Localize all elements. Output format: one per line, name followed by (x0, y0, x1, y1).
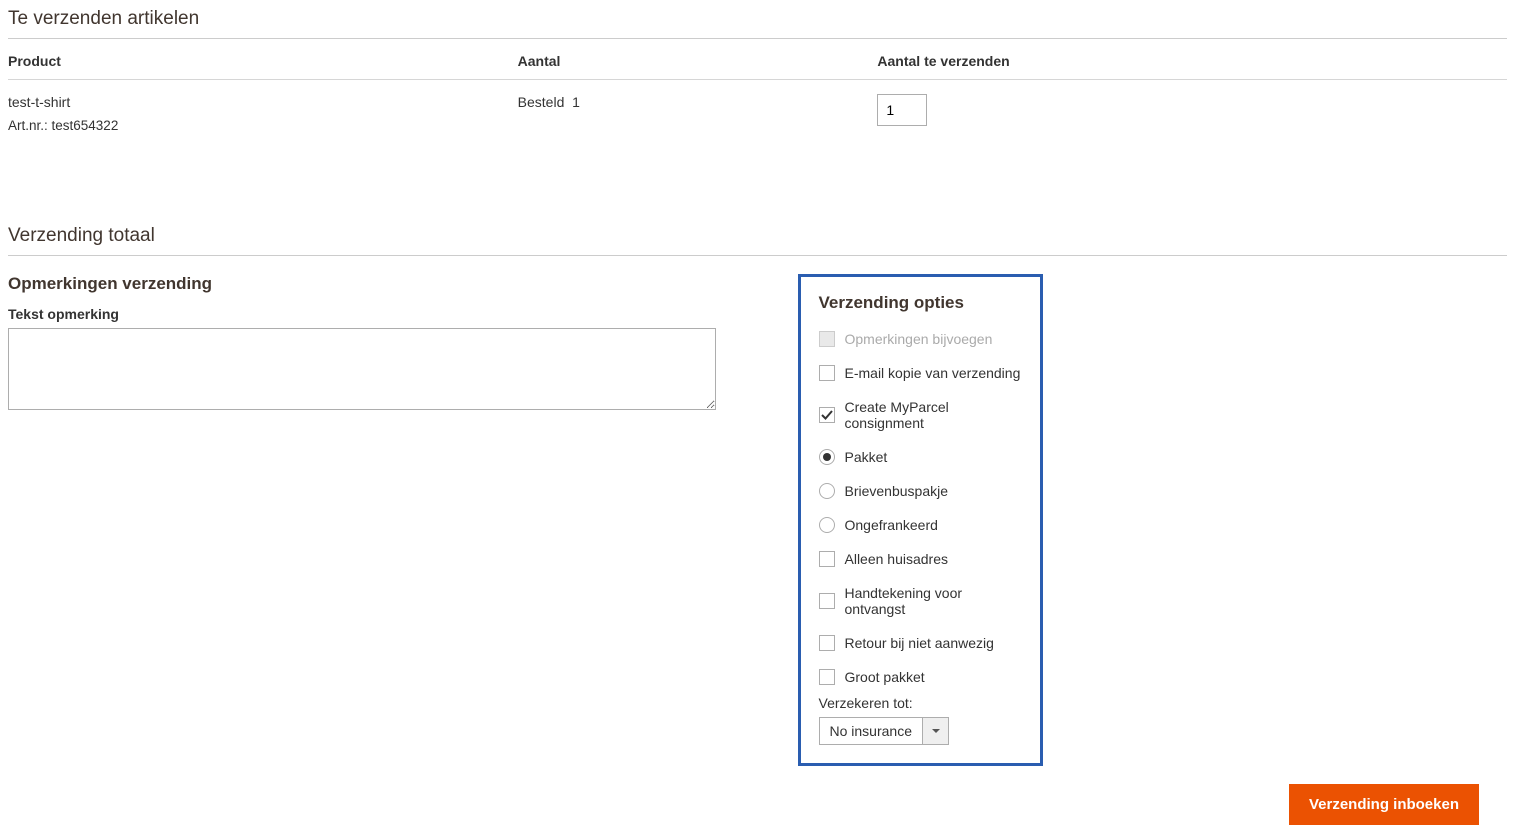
email-copy-checkbox[interactable] (819, 365, 835, 381)
col-header-send: Aantal te verzenden (877, 39, 1507, 80)
comment-textarea[interactable] (8, 328, 716, 410)
create-consignment-label: Create MyParcel consignment (845, 399, 1022, 431)
table-row: test-t-shirt Art.nr.: test654322 Besteld… (8, 80, 1507, 148)
ordered-label: Besteld (518, 94, 565, 110)
brievenbus-label: Brievenbuspakje (845, 483, 949, 499)
options-heading: Verzending opties (819, 293, 1022, 313)
items-table: Product Aantal Aantal te verzenden test-… (8, 39, 1507, 147)
large-package-checkbox[interactable] (819, 669, 835, 685)
submit-shipment-button[interactable]: Verzending inboeken (1289, 784, 1479, 825)
ongefrankeerd-label: Ongefrankeerd (845, 517, 938, 533)
chevron-down-icon (922, 718, 948, 744)
create-consignment-checkbox[interactable] (819, 407, 835, 423)
home-only-label: Alleen huisadres (845, 551, 949, 567)
shipping-options-panel: Verzending opties Opmerkingen bijvoegen … (798, 274, 1043, 766)
totals-section-title: Verzending totaal (8, 217, 1507, 256)
product-name: test-t-shirt (8, 94, 518, 110)
pakket-radio[interactable] (819, 449, 835, 465)
col-header-aantal: Aantal (518, 39, 878, 80)
signature-label: Handtekening voor ontvangst (845, 585, 1022, 617)
pakket-label: Pakket (845, 449, 888, 465)
comments-heading: Opmerkingen verzending (8, 274, 758, 294)
return-not-present-checkbox[interactable] (819, 635, 835, 651)
comment-label: Tekst opmerking (8, 306, 758, 322)
large-package-label: Groot pakket (845, 669, 925, 685)
col-header-product: Product (8, 39, 518, 80)
home-only-checkbox[interactable] (819, 551, 835, 567)
signature-checkbox[interactable] (819, 593, 835, 609)
attach-comments-checkbox (819, 331, 835, 347)
email-copy-label: E-mail kopie van verzending (845, 365, 1021, 381)
qty-to-send-input[interactable] (877, 94, 927, 126)
insure-select-value: No insurance (820, 718, 923, 744)
product-sku: Art.nr.: test654322 (8, 118, 518, 133)
brievenbus-radio[interactable] (819, 483, 835, 499)
items-section-title: Te verzenden artikelen (8, 0, 1507, 39)
ordered-qty: 1 (572, 94, 580, 110)
attach-comments-label: Opmerkingen bijvoegen (845, 331, 993, 347)
return-not-present-label: Retour bij niet aanwezig (845, 635, 994, 651)
ongefrankeerd-radio[interactable] (819, 517, 835, 533)
insure-select[interactable]: No insurance (819, 717, 950, 745)
insure-label: Verzekeren tot: (819, 695, 1022, 711)
